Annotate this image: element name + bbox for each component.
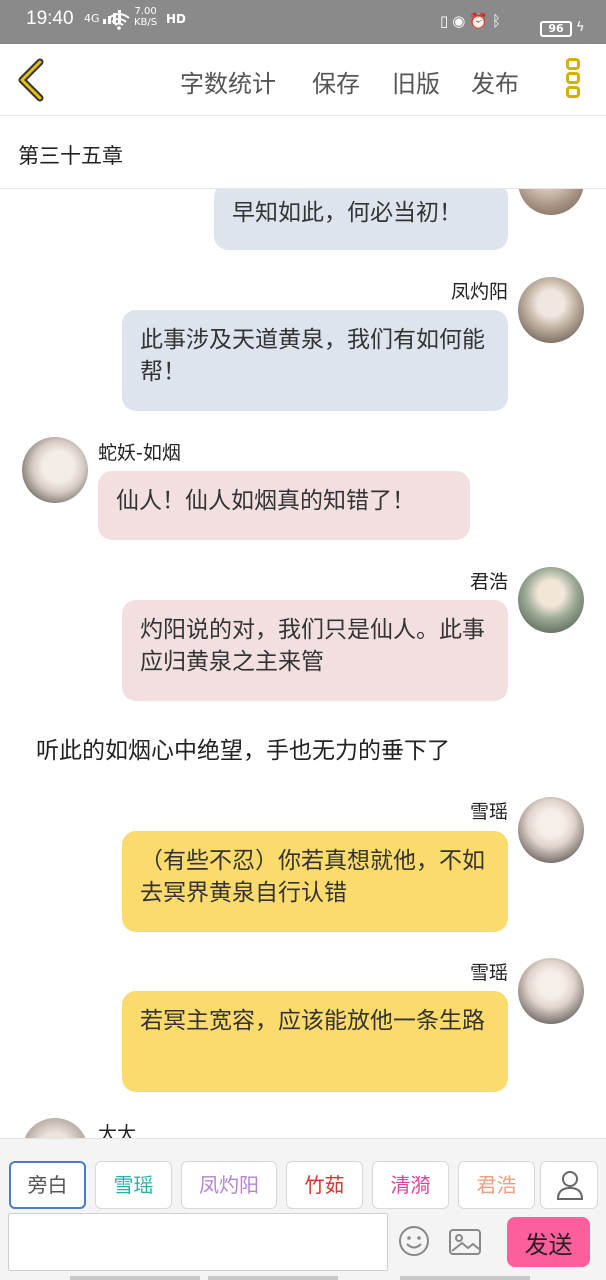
data-saver-icon: ◉: [452, 12, 470, 30]
chapter-title: 第三十五章: [18, 144, 123, 168]
vibrate-icon: ▯: [440, 12, 453, 30]
avatar[interactable]: [518, 797, 584, 863]
speaker-name: 君浩: [469, 571, 508, 593]
publish-button[interactable]: 发布: [471, 64, 519, 99]
image-icon: [449, 1229, 481, 1255]
status-bar: 19:40 4G 7.00 KB/S HD ▯◉⏰ᛒ 96 ϟ: [0, 0, 606, 44]
avatar[interactable]: [518, 567, 584, 633]
message-bubble[interactable]: 仙人！仙人如烟真的知错了！: [98, 471, 470, 540]
role-button-zhuru[interactable]: 竹茹: [286, 1161, 363, 1209]
more-vertical-icon: [566, 58, 580, 70]
chevron-left-icon: [18, 58, 44, 102]
composer-panel: 旁白 雪瑶 凤灼阳 竹茹 清漪 君浩 发送: [0, 1138, 606, 1280]
hd-label: HD: [166, 12, 187, 26]
network-speed: 7.00 KB/S: [134, 6, 157, 28]
charging-icon: ϟ: [576, 20, 585, 35]
speaker-name: 凤灼阳: [450, 281, 508, 303]
wifi-icon: [108, 13, 130, 30]
back-button[interactable]: [14, 54, 54, 106]
bluetooth-icon: ᛒ: [492, 12, 506, 30]
nav-hint: [70, 1276, 200, 1280]
role-button-junhao[interactable]: 君浩: [458, 1161, 535, 1209]
system-icons: ▯◉⏰ᛒ: [440, 12, 505, 30]
role-manage-button[interactable]: [540, 1161, 598, 1209]
nav-hint: [400, 1276, 530, 1280]
narration-text[interactable]: 听此的如烟心中绝望，手也无力的垂下了: [36, 731, 450, 765]
speaker-name: 雪瑶: [469, 962, 508, 984]
speed-value: 7.00: [134, 6, 157, 17]
network-label: 4G: [84, 12, 100, 25]
message-input[interactable]: [8, 1213, 388, 1271]
alarm-icon: ⏰: [469, 12, 493, 30]
status-time: 19:40: [26, 8, 74, 29]
chat-area[interactable]: 早知如此，何必当初！ 凤灼阳 此事涉及天道黄泉，我们有如何能帮！ 蛇妖-如烟 仙…: [0, 189, 606, 1138]
nav-hint: [208, 1276, 338, 1280]
speaker-name: 大大: [98, 1123, 137, 1138]
speaker-name: 雪瑶: [469, 801, 508, 823]
message-bubble[interactable]: 此事涉及天道黄泉，我们有如何能帮！: [122, 310, 508, 411]
send-button[interactable]: 发送: [507, 1217, 590, 1267]
editor-toolbar: 字数统计 保存 旧版 发布: [0, 44, 606, 116]
battery-indicator: 96: [540, 21, 572, 37]
message-bubble[interactable]: 灼阳说的对，我们只是仙人。此事应归黄泉之主来管: [122, 600, 508, 701]
speed-unit: KB/S: [134, 17, 158, 28]
old-version-button[interactable]: 旧版: [392, 64, 440, 99]
speaker-name: 蛇妖-如烟: [98, 442, 181, 464]
emoji-button[interactable]: [398, 1225, 430, 1257]
role-button-fengzhuoyang[interactable]: 凤灼阳: [181, 1161, 277, 1209]
avatar[interactable]: [518, 189, 584, 215]
emoji-icon: [399, 1226, 429, 1256]
message-bubble[interactable]: 早知如此，何必当初！: [214, 189, 508, 250]
avatar[interactable]: [22, 1118, 88, 1138]
message-bubble[interactable]: （有些不忍）你若真想就他，不如去冥界黄泉自行认错: [122, 831, 508, 932]
role-button-xueyao[interactable]: 雪瑶: [95, 1161, 172, 1209]
avatar[interactable]: [22, 437, 88, 503]
person-icon: [556, 1171, 584, 1200]
word-count-button[interactable]: 字数统计: [180, 64, 276, 99]
avatar[interactable]: [518, 958, 584, 1024]
more-menu-button[interactable]: [562, 56, 584, 104]
chapter-title-bar[interactable]: 第三十五章: [0, 116, 606, 189]
role-button-narrator[interactable]: 旁白: [9, 1161, 86, 1209]
message-bubble[interactable]: 若冥主宽容，应该能放他一条生路: [122, 991, 508, 1092]
avatar[interactable]: [518, 277, 584, 343]
image-button[interactable]: [448, 1227, 482, 1257]
save-button[interactable]: 保存: [312, 64, 360, 99]
role-button-qingyi[interactable]: 清漪: [372, 1161, 449, 1209]
